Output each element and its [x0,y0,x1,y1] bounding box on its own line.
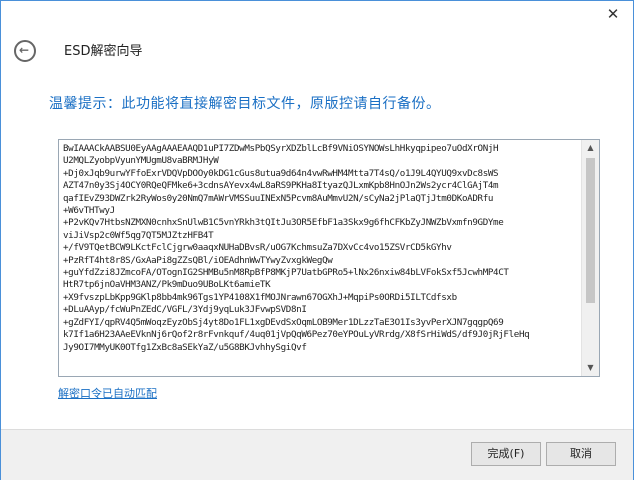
decryption-key-textarea[interactable]: BwIAAACkAABSU0EyAAgAAAEAAQD1uPI7ZDwMsPbQ… [58,139,600,377]
warning-text: 温馨提示：此功能将直接解密目标文件，原版控请自行备份。 [49,96,441,112]
window-title: ESD解密向导 [64,44,143,59]
finish-button[interactable]: 完成(F) [471,442,541,466]
vertical-scrollbar[interactable]: ▲ ▼ [581,140,599,376]
wizard-header: ← ESD解密向导 [1,29,633,69]
scroll-up-icon[interactable]: ▲ [582,140,599,156]
footer-bar: 完成(F) 取消 [1,429,633,480]
back-arrow-glyph: ← [18,43,30,57]
close-icon[interactable]: ✕ [601,3,625,25]
scroll-down-icon[interactable]: ▼ [582,360,599,376]
decryption-key-text[interactable]: BwIAAACkAABSU0EyAAgAAAEAAQD1uPI7ZDwMsPbQ… [63,143,577,371]
back-arrow-icon[interactable]: ← [14,40,36,62]
esd-decrypt-wizard-window: ✕ ← ESD解密向导 温馨提示：此功能将直接解密目标文件，原版控请自行备份。 … [0,0,634,480]
cancel-button[interactable]: 取消 [546,442,616,466]
scroll-thumb[interactable] [586,158,595,303]
auto-match-link[interactable]: 解密口令已自动匹配 [58,385,157,401]
